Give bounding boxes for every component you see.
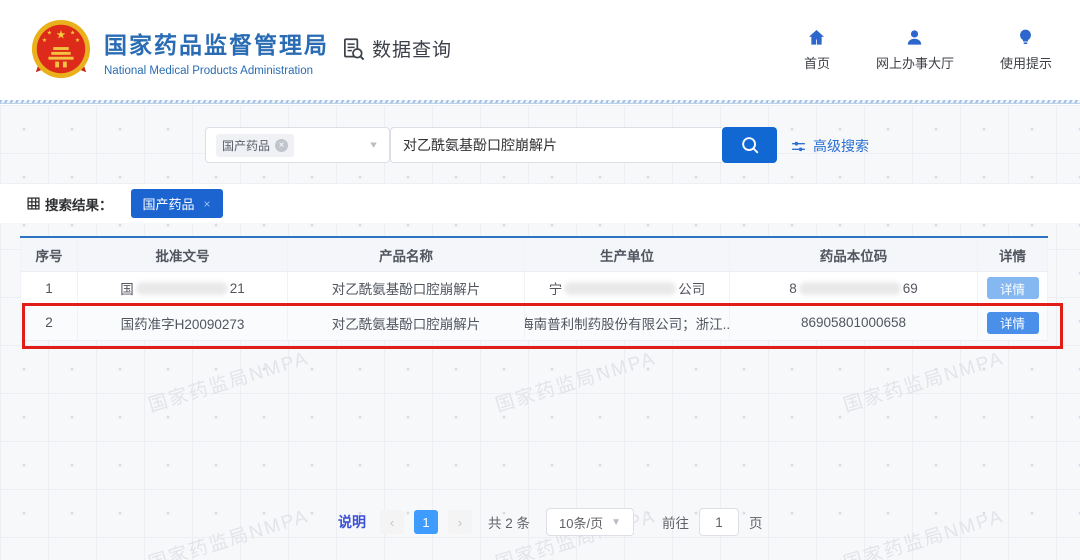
nav-service-hall[interactable]: 网上办事大厅 [876, 28, 954, 72]
cell-product: 对乙酰氨基酚口腔崩解片 [288, 272, 525, 305]
search-icon [739, 134, 761, 156]
sliders-icon [790, 138, 807, 155]
column-header-code: 药品本位码 [730, 238, 978, 272]
cell-approval: 国药准字H20090273 [78, 305, 288, 341]
svg-text:★: ★ [75, 37, 80, 44]
org-title: 国家药品监督管理局 [104, 26, 329, 60]
column-header-index: 序号 [20, 238, 78, 272]
cell-detail: 详情 [978, 305, 1048, 341]
org-title-block: 国家药品监督管理局 National Medical Products Admi… [104, 26, 329, 77]
goto-page-input[interactable] [699, 508, 739, 536]
category-tag-label: 国产药品 [222, 137, 270, 154]
app-title: 数据查询 [340, 35, 452, 62]
main-content: 国家药监局NMPA 国家药监局NMPA 国家药监局NMPA 国家药监局NMPA … [0, 105, 1080, 560]
header: ★ ★ ★ ★ ★ 国家药品监督管理局 National Medical Pro… [0, 0, 1080, 100]
svg-text:★: ★ [47, 29, 52, 36]
page-number-active[interactable]: 1 [414, 510, 438, 534]
header-nav: 首页 网上办事大厅 使用提示 [804, 28, 1052, 72]
nav-home[interactable]: 首页 [804, 28, 830, 72]
cell-code: 86905801000658 [730, 305, 978, 341]
detail-button[interactable]: 详情 [987, 312, 1039, 334]
table-row-1: 1 国 21 对乙酰氨基酚口腔崩解片 宁 公司 8 69 [20, 272, 1048, 305]
document-search-icon [340, 36, 366, 62]
page: ★ ★ ★ ★ ★ 国家药品监督管理局 National Medical Pro… [0, 0, 1080, 560]
grid-icon [27, 197, 40, 210]
filter-tag-close-icon[interactable]: × [204, 197, 211, 211]
cell-manufacturer: 海南普利制药股份有限公司；浙江... [525, 305, 730, 341]
category-tag-close-icon[interactable]: × [275, 139, 288, 152]
prev-page-button[interactable]: ‹ [380, 510, 404, 534]
next-page-button[interactable]: › [448, 510, 472, 534]
page-unit-label: 页 [749, 512, 763, 532]
org-subtitle: National Medical Products Administration [104, 65, 329, 77]
search-button[interactable] [722, 127, 777, 163]
watermark: 国家药监局NMPA [145, 501, 312, 560]
results-label: 搜索结果： [27, 194, 113, 214]
page-size-value: 10条/页 [559, 513, 603, 532]
results-table: 序号 批准文号 产品名称 生产单位 药品本位码 详情 1 国 21 对乙酰氨基酚… [20, 236, 1048, 341]
chevron-down-icon: ▼ [368, 140, 379, 150]
home-icon [807, 28, 826, 47]
chevron-down-icon: ▼ [611, 517, 621, 528]
nav-usage-tips-label: 使用提示 [1000, 53, 1052, 72]
results-bar: 搜索结果： 国产药品 × [0, 183, 1080, 223]
cell-product: 对乙酰氨基酚口腔崩解片 [288, 305, 525, 341]
watermark: 国家药监局NMPA [840, 501, 1007, 560]
column-header-approval: 批准文号 [78, 238, 288, 272]
nav-usage-tips[interactable]: 使用提示 [1000, 28, 1052, 72]
goto-label: 前往 [662, 512, 689, 532]
redaction-blur [799, 282, 901, 295]
user-icon [905, 28, 924, 47]
advanced-search-link[interactable]: 高级搜索 [790, 136, 869, 156]
watermark: 国家药监局NMPA [492, 343, 659, 417]
redaction-blur [136, 282, 228, 295]
search-input[interactable] [390, 127, 722, 163]
svg-text:★: ★ [56, 28, 66, 41]
svg-text:★: ★ [70, 29, 75, 36]
cell-manufacturer-redacted: 宁 公司 [525, 272, 730, 305]
column-header-manufacturer: 生产单位 [525, 238, 730, 272]
cell-index: 1 [20, 272, 78, 305]
redaction-blur [564, 282, 676, 295]
svg-text:★: ★ [42, 37, 47, 44]
bulb-icon [1016, 28, 1035, 47]
category-tag: 国产药品 × [216, 134, 294, 157]
table-row-2: 2 国药准字H20090273 对乙酰氨基酚口腔崩解片 海南普利制药股份有限公司… [20, 305, 1048, 341]
category-select[interactable]: 国产药品 × ▼ [205, 127, 390, 163]
column-header-detail: 详情 [978, 238, 1048, 272]
app-title-text: 数据查询 [372, 35, 452, 62]
cell-approval-redacted: 国 21 [78, 272, 288, 305]
national-emblem-logo: ★ ★ ★ ★ ★ [30, 18, 92, 80]
nav-home-label: 首页 [804, 53, 830, 72]
watermark: 国家药监局NMPA [145, 343, 312, 417]
page-size-select[interactable]: 10条/页 ▼ [546, 508, 634, 536]
note-link[interactable]: 说明 [338, 512, 366, 532]
table-header-row: 序号 批准文号 产品名称 生产单位 药品本位码 详情 [20, 238, 1048, 272]
advanced-search-label: 高级搜索 [813, 136, 869, 156]
total-count-label: 共 2 条 [488, 512, 530, 532]
column-header-product: 产品名称 [288, 238, 525, 272]
cell-code-redacted: 8 69 [730, 272, 978, 305]
nav-service-hall-label: 网上办事大厅 [876, 53, 954, 72]
watermark: 国家药监局NMPA [840, 343, 1007, 417]
pagination: 说明 ‹ 1 › 共 2 条 10条/页 ▼ 前往 页 [338, 508, 763, 536]
filter-tag[interactable]: 国产药品 × [131, 189, 223, 218]
cell-index: 2 [20, 305, 78, 341]
detail-button[interactable]: 详情 [987, 277, 1039, 299]
filter-tag-label: 国产药品 [143, 194, 195, 213]
cell-detail: 详情 [978, 272, 1048, 305]
header-divider [0, 100, 1080, 104]
